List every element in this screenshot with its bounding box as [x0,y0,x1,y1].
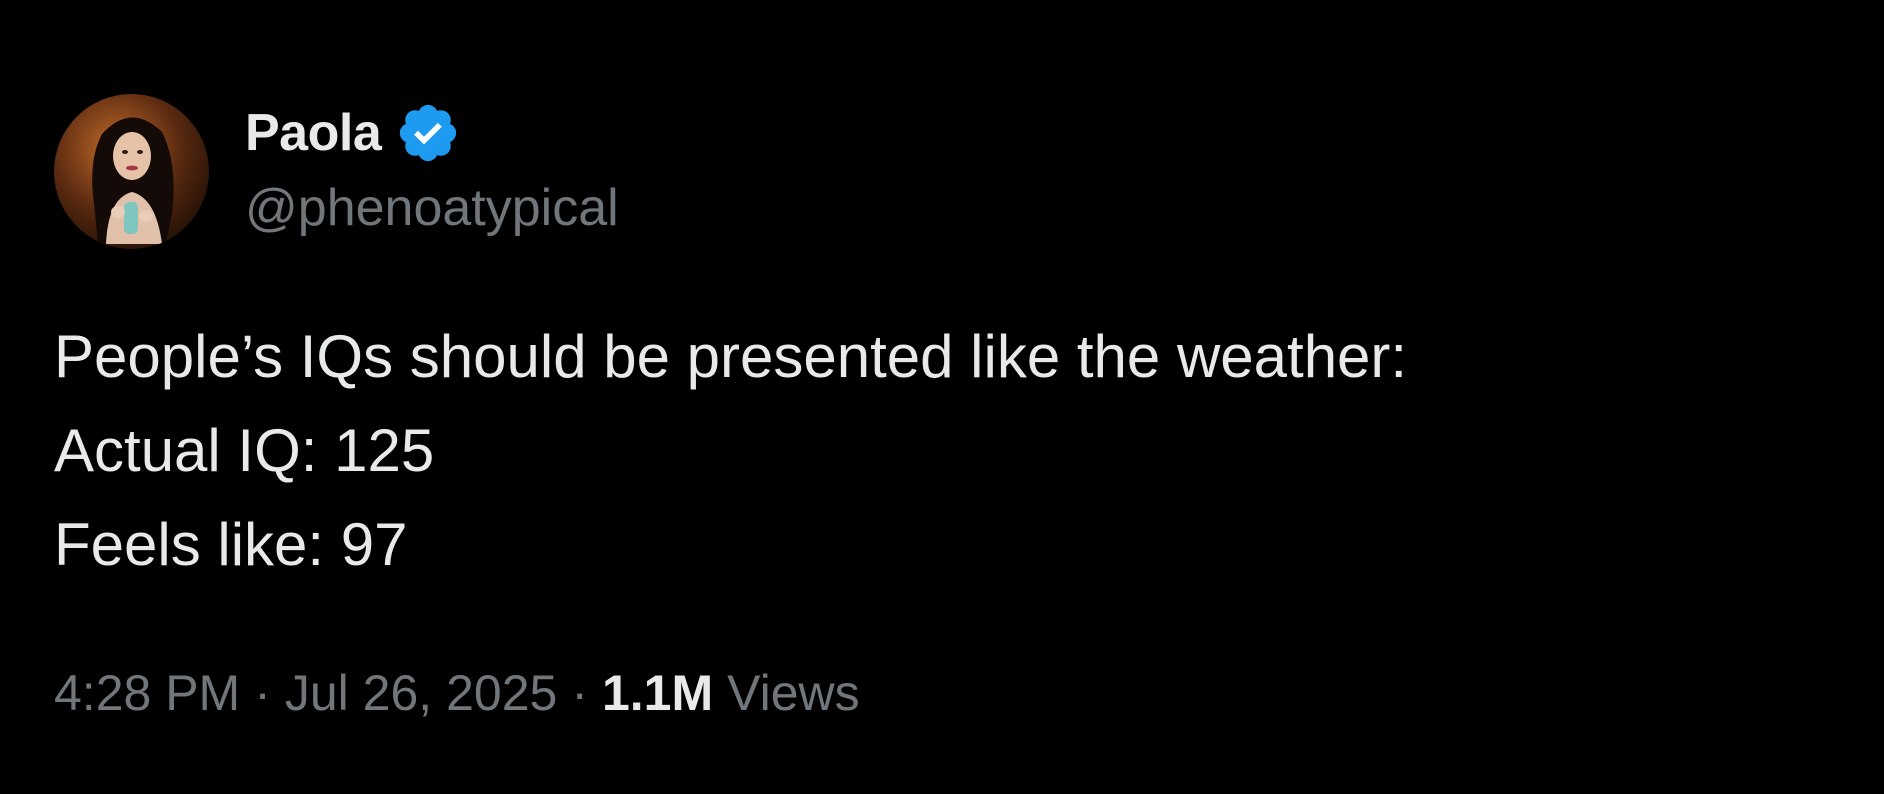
tweet-time[interactable]: 4:28 PM [54,664,240,722]
author-avatar[interactable] [54,94,209,249]
views-count: 1.1M [601,665,714,721]
meta-separator: · [571,665,588,721]
meta-separator: · [254,665,271,721]
author-handle[interactable]: @phenoatypical [245,178,619,238]
tweet-text-line: Feels like: 97 [54,511,408,578]
tweet: Paola @phenoatypical People’s IQs should… [0,0,1884,794]
avatar-image [54,94,209,249]
author-display-name[interactable]: Paola [245,103,382,163]
tweet-text: People’s IQs should be presented like th… [54,310,1834,592]
views-label: Views [727,665,860,721]
tweet-meta: 4:28 PM · Jul 26, 2025 · 1.1M Views [54,664,860,722]
verified-badge-icon [395,100,461,166]
tweet-text-line: Actual IQ: 125 [54,417,435,484]
tweet-date[interactable]: Jul 26, 2025 [285,664,557,722]
author-name-row[interactable]: Paola [245,98,461,168]
tweet-text-line: People’s IQs should be presented like th… [54,323,1408,390]
